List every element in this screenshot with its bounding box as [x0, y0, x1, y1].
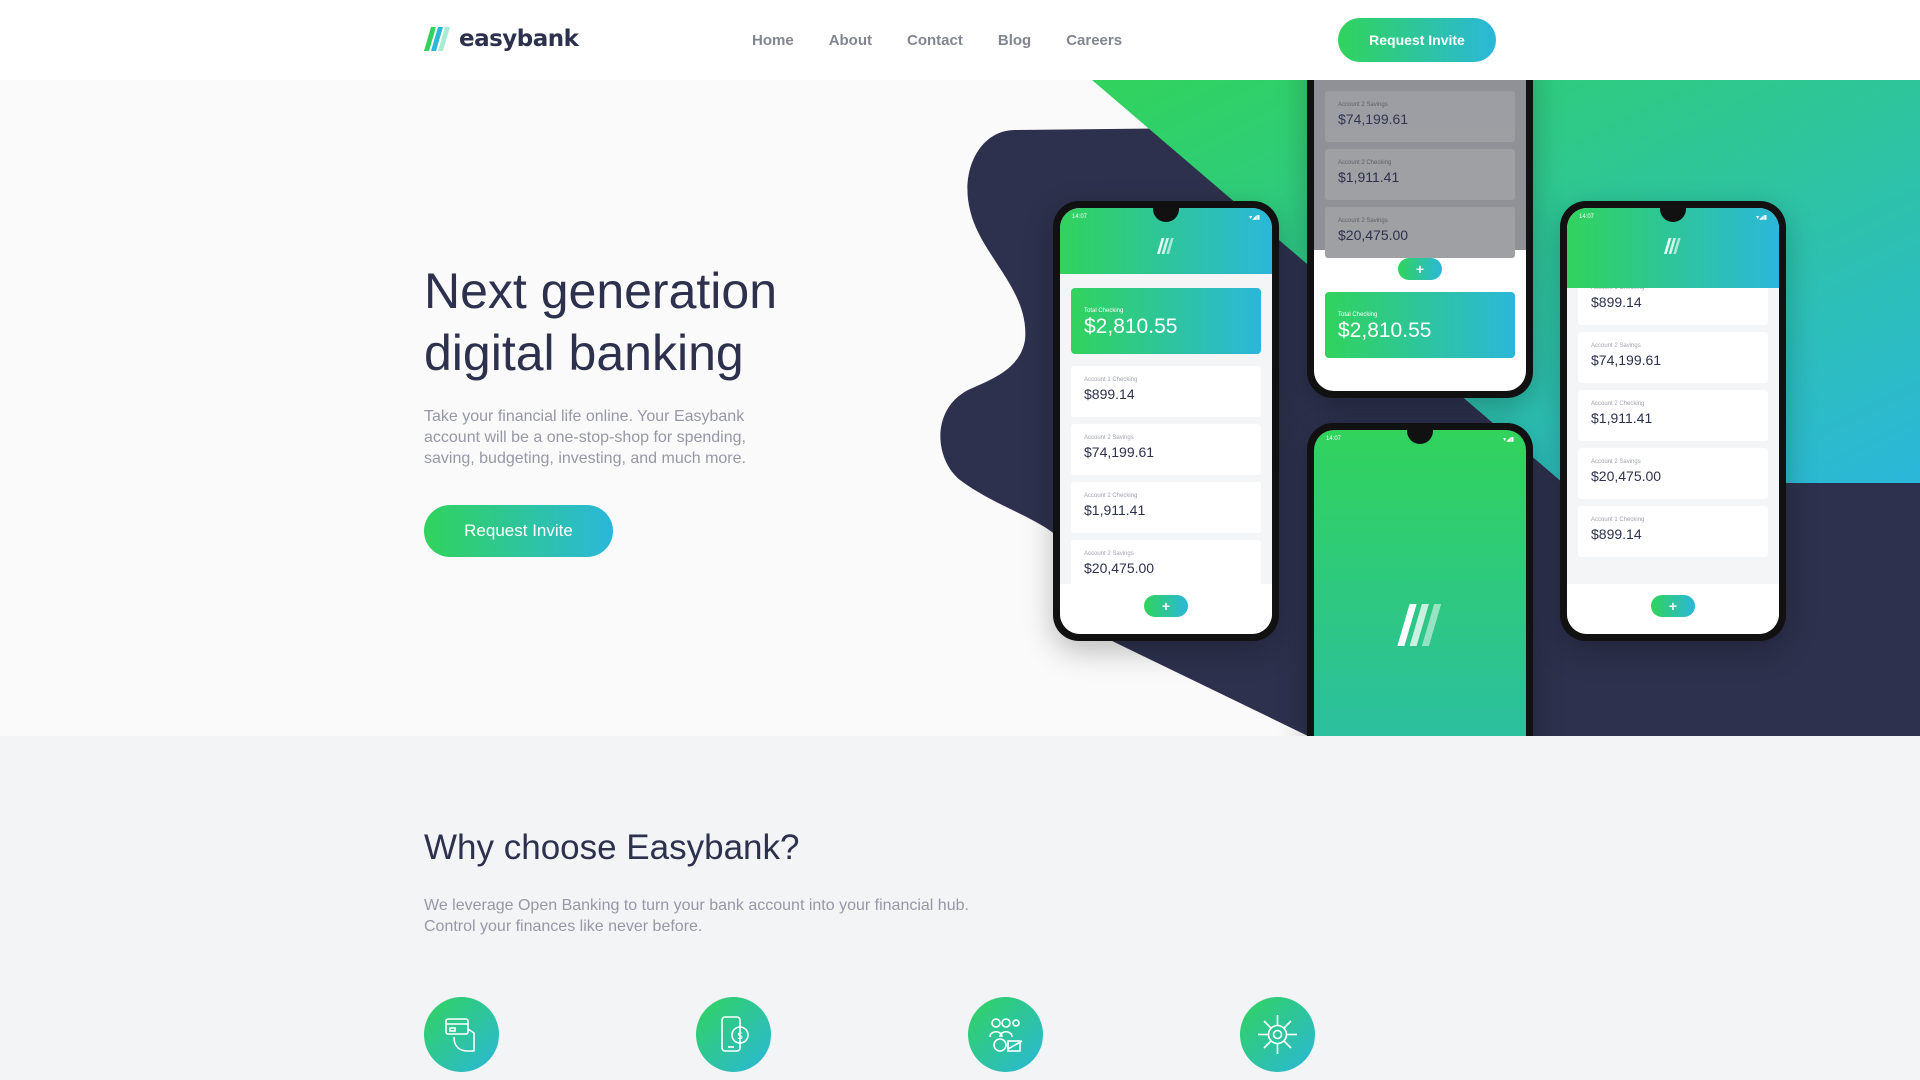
account-value: $1,911.41: [1338, 169, 1400, 185]
phone-mockup-splash: 14:07 ▾◢▮: [1307, 423, 1533, 736]
why-description: We leverage Open Banking to turn your ba…: [424, 895, 1024, 937]
total-checking-card: Total Checking $2,810.55: [1071, 288, 1261, 354]
account-label: Account 1 Checking: [1084, 377, 1138, 383]
app-logo-icon: [1157, 238, 1174, 254]
phone-mockup-right: 14:07 ▾◢▮ Account 1 Checking $899.14 Acco…: [1560, 201, 1786, 641]
site-header: easybank Home About Contact Blog Careers…: [0, 0, 1920, 80]
why-section: Why choose Easybank? We leverage Open Ba…: [0, 736, 1920, 1080]
status-time: 14:07: [1579, 214, 1595, 220]
phone-screen: 14:07 ▾◢▮ Total Checking $2,810.55 Accou…: [1060, 208, 1272, 634]
account-label: Account 2 Checking: [1084, 493, 1138, 499]
hero-title: Next generation digital banking: [424, 260, 884, 384]
account-card: Account 2 Checking $1,911.41: [1325, 149, 1515, 200]
phone-mockup-top: Account 2 Savings $74,199.61 Account 2 Ch…: [1307, 80, 1533, 398]
account-label: Account 2 Savings: [1338, 102, 1388, 108]
why-title: Why choose Easybank?: [424, 828, 800, 867]
phone-notch: [1153, 208, 1179, 222]
hero-request-invite-button[interactable]: Request Invite: [424, 505, 613, 557]
status-icons: ▾◢▮: [1756, 215, 1767, 221]
nav-blog[interactable]: Blog: [998, 32, 1031, 49]
phone-screen: Account 2 Savings $74,199.61 Account 2 Ch…: [1314, 80, 1526, 391]
account-label: Account 2 Savings: [1084, 551, 1134, 557]
account-list-dimmed: Account 2 Savings $74,199.61 Account 2 Ch…: [1314, 80, 1526, 258]
add-icon: +: [1398, 258, 1442, 280]
phone-notch: [1407, 430, 1433, 444]
svg-text:$: $: [737, 1031, 743, 1042]
account-label: Account 2 Savings: [1338, 218, 1388, 224]
account-card: Account 2 Savings $74,199.61: [1071, 424, 1261, 475]
account-label: Account 2 Savings: [1084, 435, 1134, 441]
status-icons: ▾◢▮: [1503, 437, 1514, 443]
onboarding-icon: [968, 997, 1043, 1072]
account-label: Account 2 Savings: [1591, 343, 1641, 349]
hero-section: Next generation digital banking Take you…: [0, 80, 1920, 736]
phone-notch: [1660, 208, 1686, 222]
account-value: $20,475.00: [1084, 560, 1155, 576]
splash-logo-icon: [1397, 604, 1442, 646]
account-value: $1,911.41: [1591, 410, 1653, 426]
nav-contact[interactable]: Contact: [907, 32, 963, 49]
account-value: $899.14: [1084, 386, 1135, 402]
total-value: $2,810.55: [1084, 315, 1178, 338]
total-value: $2,810.55: [1338, 319, 1432, 342]
total-checking-card: Total Checking $2,810.55: [1325, 292, 1515, 358]
account-label: Account 2 Checking: [1338, 160, 1392, 166]
account-card: Account 2 Savings $20,475.00: [1578, 448, 1768, 499]
add-icon: +: [1651, 595, 1695, 617]
account-value: $899.14: [1591, 294, 1642, 310]
phone-mockup-left: 14:07 ▾◢▮ Total Checking $2,810.55 Accou…: [1053, 201, 1279, 641]
nav-careers[interactable]: Careers: [1066, 32, 1122, 49]
account-card: Account 1 Checking $899.14: [1578, 506, 1768, 557]
status-time: 14:07: [1326, 436, 1342, 442]
total-label: Total Checking: [1338, 312, 1378, 318]
main-nav: Home About Contact Blog Careers: [752, 32, 1157, 49]
nav-about[interactable]: About: [829, 32, 872, 49]
account-value: $74,199.61: [1338, 111, 1409, 127]
account-card: Account 2 Checking $1,911.41: [1071, 482, 1261, 533]
budgeting-icon: $: [696, 997, 771, 1072]
app-logo-icon: [1664, 238, 1681, 254]
online-banking-icon: [424, 997, 499, 1072]
account-label: Account 2 Savings: [1591, 459, 1641, 465]
add-icon: +: [1144, 595, 1188, 617]
total-label: Total Checking: [1084, 308, 1124, 314]
phone-footer: +: [1567, 584, 1779, 634]
hero-description: Take your financial life online. Your Ea…: [424, 408, 746, 467]
hero-title-line2: digital banking: [424, 325, 744, 381]
logo-text: easybank: [459, 26, 579, 52]
open-api-icon: [1240, 997, 1315, 1072]
account-value: $74,199.61: [1591, 352, 1662, 368]
header-request-invite-button[interactable]: Request Invite: [1338, 18, 1496, 62]
status-time: 14:07: [1072, 214, 1088, 220]
account-card: Account 1 Checking $899.14: [1071, 366, 1261, 417]
account-value: $20,475.00: [1591, 468, 1662, 484]
account-label: Account 1 Checking: [1591, 517, 1645, 523]
why-description-line1: We leverage Open Banking to turn your ba…: [424, 897, 969, 914]
account-card: Account 2 Savings $74,199.61: [1325, 91, 1515, 142]
account-label: Account 2 Checking: [1591, 401, 1645, 407]
phone-screen: 14:07 ▾◢▮ Account 1 Checking $899.14 Acco…: [1567, 208, 1779, 634]
phone-screen: 14:07 ▾◢▮: [1314, 430, 1526, 736]
account-value: $20,475.00: [1338, 227, 1409, 243]
account-card: Account 2 Checking $1,911.41: [1578, 390, 1768, 441]
hero-title-line1: Next generation: [424, 263, 778, 319]
status-icons: ▾◢▮: [1249, 215, 1260, 221]
why-description-line2: Control your finances like never before.: [424, 918, 703, 935]
account-value: $899.14: [1591, 526, 1642, 542]
logo[interactable]: easybank: [424, 26, 579, 52]
easybank-logo-icon: [424, 27, 450, 51]
account-value: $74,199.61: [1084, 444, 1155, 460]
account-value: $1,911.41: [1084, 502, 1146, 518]
phone-footer: +: [1060, 584, 1272, 634]
nav-home[interactable]: Home: [752, 32, 794, 49]
account-card: Account 2 Savings $74,199.61: [1578, 332, 1768, 383]
